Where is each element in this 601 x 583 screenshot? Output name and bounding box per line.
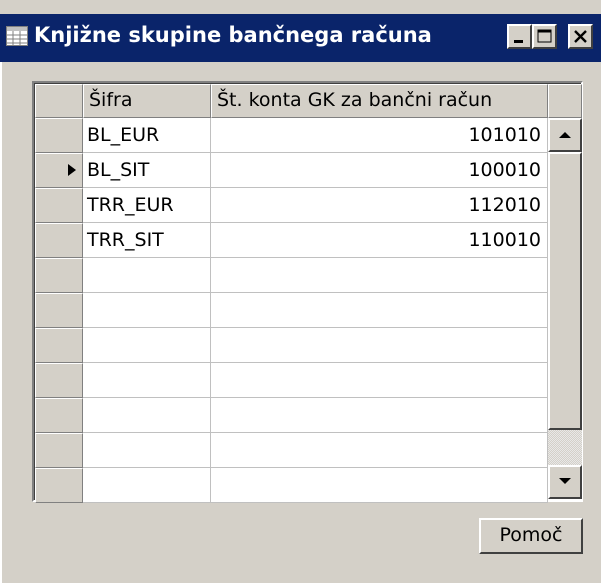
triangle-right-icon — [68, 164, 76, 176]
scroll-track[interactable] — [548, 430, 582, 465]
row-selector[interactable] — [35, 223, 83, 258]
cell-code[interactable]: BL_EUR — [83, 118, 211, 153]
empty-cell[interactable] — [211, 433, 548, 468]
close-button[interactable] — [568, 24, 593, 49]
minimize-button[interactable] — [507, 24, 532, 49]
row-selector[interactable] — [35, 363, 83, 398]
row-selector-header[interactable] — [35, 84, 83, 118]
window-border — [0, 62, 2, 583]
empty-cell[interactable] — [83, 363, 211, 398]
row-selector[interactable] — [35, 188, 83, 223]
empty-cell[interactable] — [211, 293, 548, 328]
scroll-up-button[interactable] — [548, 118, 582, 152]
column-header-code[interactable]: Šifra — [83, 84, 211, 118]
window-title: Knjižne skupine bančnega računa — [34, 23, 432, 47]
empty-cell[interactable] — [211, 398, 548, 433]
row-selector[interactable] — [35, 258, 83, 293]
row-selector[interactable] — [35, 118, 83, 153]
row-selector[interactable] — [35, 433, 83, 468]
cell-gl-account[interactable]: 101010 — [211, 118, 548, 153]
row-selector[interactable] — [35, 398, 83, 433]
table-form-icon — [6, 26, 28, 46]
title-bar[interactable]: Knjižne skupine bančnega računa — [0, 14, 601, 62]
empty-cell[interactable] — [211, 468, 548, 503]
row-selector[interactable] — [35, 153, 83, 188]
bank-posting-groups-table[interactable]: Šifra Št. konta GK za bančni račun BL_EU… — [32, 81, 583, 503]
cell-gl-account[interactable]: 110010 — [211, 223, 548, 258]
row-selector[interactable] — [35, 468, 83, 503]
scroll-down-button[interactable] — [548, 465, 582, 499]
row-selector[interactable] — [35, 293, 83, 328]
empty-cell[interactable] — [83, 398, 211, 433]
cell-code[interactable]: BL_SIT — [83, 153, 211, 188]
empty-cell[interactable] — [83, 293, 211, 328]
empty-cell[interactable] — [211, 258, 548, 293]
table-header: Šifra Št. konta GK za bančni račun — [35, 84, 581, 118]
arrow-down-icon — [559, 478, 571, 484]
empty-cell[interactable] — [211, 363, 548, 398]
empty-cell[interactable] — [83, 433, 211, 468]
maximize-icon — [537, 29, 552, 43]
scrollbar-corner — [548, 84, 582, 118]
empty-cell[interactable] — [83, 258, 211, 293]
cell-gl-account[interactable]: 112010 — [211, 188, 548, 223]
minimize-icon — [514, 40, 523, 43]
maximize-button[interactable] — [532, 24, 557, 49]
empty-cell[interactable] — [83, 468, 211, 503]
cell-gl-account[interactable]: 100010 — [211, 153, 548, 188]
row-selector[interactable] — [35, 328, 83, 363]
column-header-gl-account[interactable]: Št. konta GK za bančni račun — [211, 84, 548, 118]
dialog-window: Knjižne skupine bančnega računa Šifra Št… — [0, 0, 601, 583]
scroll-thumb[interactable] — [548, 152, 582, 430]
empty-cell[interactable] — [83, 328, 211, 363]
help-button[interactable]: Pomoč — [479, 518, 583, 554]
arrow-up-icon — [559, 132, 571, 138]
close-icon — [574, 30, 587, 43]
empty-cell[interactable] — [211, 328, 548, 363]
cell-code[interactable]: TRR_SIT — [83, 223, 211, 258]
table-body: Šifra Št. konta GK za bančni račun BL_EU… — [34, 83, 582, 503]
cell-code[interactable]: TRR_EUR — [83, 188, 211, 223]
vertical-scrollbar[interactable] — [548, 118, 582, 499]
